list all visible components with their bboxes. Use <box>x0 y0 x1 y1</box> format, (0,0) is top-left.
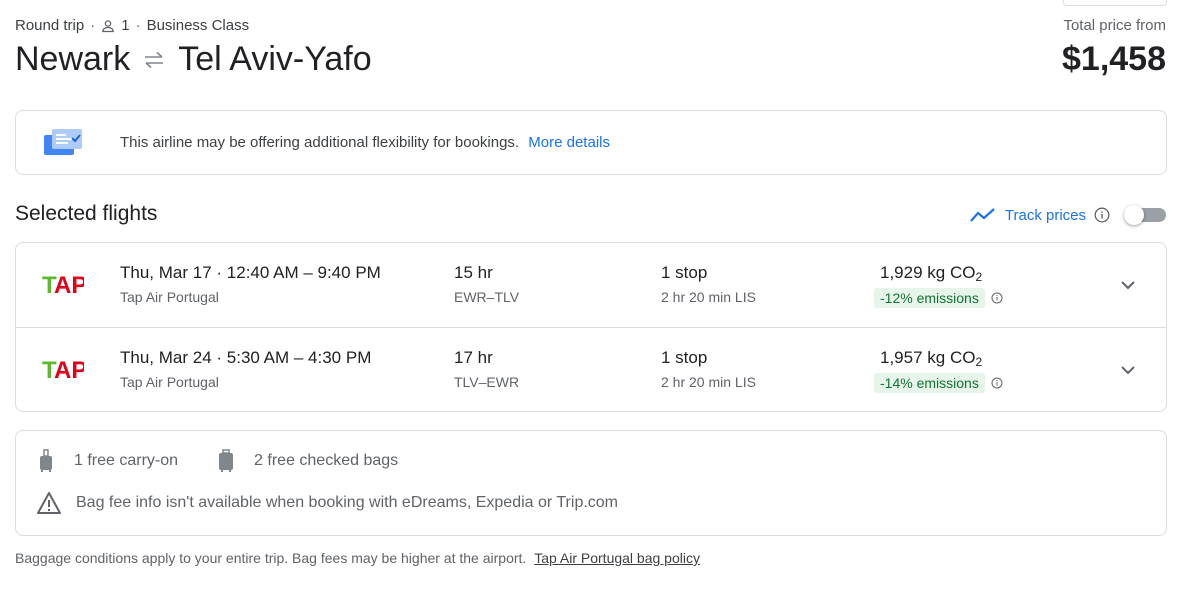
airline-name: Tap Air Portugal <box>120 374 219 390</box>
flight-duration: 17 hr <box>454 348 493 367</box>
separator-dot: · <box>216 263 227 282</box>
co2-value: 1,929 kg CO <box>880 263 976 282</box>
checked-bags-text: 2 free checked bags <box>254 452 399 469</box>
emissions-info: -14% emissions <box>874 372 1003 394</box>
tap-air-portugal-logo: T AP <box>42 272 84 299</box>
flight-layover: 2 hr 20 min LIS <box>661 289 756 305</box>
emissions-info: -12% emissions <box>874 287 1003 309</box>
separator-dot: · <box>90 17 96 34</box>
toggle-knob <box>1124 205 1144 225</box>
destination-city: Tel Aviv-Yafo <box>178 40 372 78</box>
flight-stops: 1 stop <box>661 263 708 282</box>
flexibility-message: This airline may be offering additional … <box>120 134 520 151</box>
top-corner-button[interactable] <box>1063 0 1167 6</box>
origin-city: Newark <box>15 40 131 78</box>
carry-on-text: 1 free carry-on <box>74 452 179 469</box>
flight-times: Thu, Mar 17 · 12:40 AM – 9:40 PM <box>120 263 381 283</box>
separator-dot: · <box>216 348 227 367</box>
info-icon[interactable] <box>991 292 1003 304</box>
co2-value: 1,957 kg CO <box>880 348 976 367</box>
checked-bag-icon <box>219 449 234 472</box>
tap-air-portugal-logo: T AP <box>42 357 84 384</box>
flight-date: Thu, Mar 17 <box>120 263 212 282</box>
co2-amount: 1,929 kg CO2 <box>880 263 982 283</box>
cabin-class: Business Class <box>146 17 250 34</box>
flight-airports: TLV–EWR <box>454 374 520 390</box>
flexibility-text: This airline may be offering additional … <box>120 134 610 151</box>
swap-arrows-icon <box>145 51 164 68</box>
selected-flights-list: T AP Thu, Mar 17 · 12:40 AM – 9:40 PM Ta… <box>15 242 1167 412</box>
flight-date: Thu, Mar 24 <box>120 348 212 367</box>
track-prices-label[interactable]: Track prices <box>1005 207 1086 224</box>
track-prices[interactable]: Track prices <box>969 203 1166 227</box>
track-prices-toggle[interactable] <box>1124 203 1166 227</box>
info-icon[interactable] <box>991 377 1003 389</box>
flight-time-range: 5:30 AM – 4:30 PM <box>226 348 372 367</box>
emissions-badge: -14% emissions <box>874 373 985 393</box>
footnote-text: Baggage conditions apply to your entire … <box>15 550 527 566</box>
flight-airports: EWR–TLV <box>454 289 520 305</box>
person-icon <box>102 19 115 32</box>
baggage-warning: Bag fee info isn't available when bookin… <box>36 491 618 515</box>
flight-times: Thu, Mar 24 · 5:30 AM – 4:30 PM <box>120 348 371 368</box>
emissions-badge: -12% emissions <box>874 288 985 308</box>
more-details-link[interactable]: More details <box>528 134 610 151</box>
baggage-warning-text: Bag fee info isn't available when bookin… <box>76 494 619 511</box>
separator-dot: · <box>135 17 141 34</box>
warning-icon <box>37 492 61 514</box>
bag-policy-link[interactable]: Tap Air Portugal bag policy <box>534 550 700 566</box>
co2-subscript: 2 <box>975 270 983 284</box>
flight-row-return[interactable]: T AP Thu, Mar 24 · 5:30 AM – 4:30 PM Tap… <box>16 327 1166 411</box>
carry-on-bag-icon <box>40 449 52 472</box>
chevron-down-icon[interactable] <box>1118 275 1138 295</box>
chevron-down-icon[interactable] <box>1118 360 1138 380</box>
trend-line-icon <box>970 208 995 222</box>
total-price: $1,458 <box>1062 40 1166 78</box>
flexibility-banner: This airline may be offering additional … <box>15 110 1167 175</box>
booking-options-icon <box>44 128 82 155</box>
trip-meta: Round trip · 1 · Business Class <box>15 17 249 34</box>
flight-layover: 2 hr 20 min LIS <box>661 374 756 390</box>
flight-time-range: 12:40 AM – 9:40 PM <box>226 263 381 282</box>
price-label: Total price from <box>1063 17 1166 34</box>
baggage-info: 1 free carry-on 2 free checked bags Bag … <box>15 430 1167 536</box>
flight-stops: 1 stop <box>661 348 708 367</box>
trip-type: Round trip <box>15 17 85 34</box>
airline-name: Tap Air Portugal <box>120 289 219 305</box>
selected-flights-title: Selected flights <box>15 202 158 225</box>
flight-row-outbound[interactable]: T AP Thu, Mar 17 · 12:40 AM – 9:40 PM Ta… <box>16 243 1166 327</box>
info-icon[interactable] <box>1094 207 1110 223</box>
svg-text:AP: AP <box>54 272 84 299</box>
baggage-footnote: Baggage conditions apply to your entire … <box>15 550 700 566</box>
baggage-allowance: 1 free carry-on 2 free checked bags <box>38 449 398 473</box>
passenger-count: 1 <box>121 17 130 34</box>
co2-subscript: 2 <box>975 355 983 369</box>
svg-text:AP: AP <box>54 357 84 384</box>
co2-amount: 1,957 kg CO2 <box>880 348 982 368</box>
flight-duration: 15 hr <box>454 263 493 282</box>
route-title: Newark Tel Aviv-Yafo <box>15 40 372 79</box>
